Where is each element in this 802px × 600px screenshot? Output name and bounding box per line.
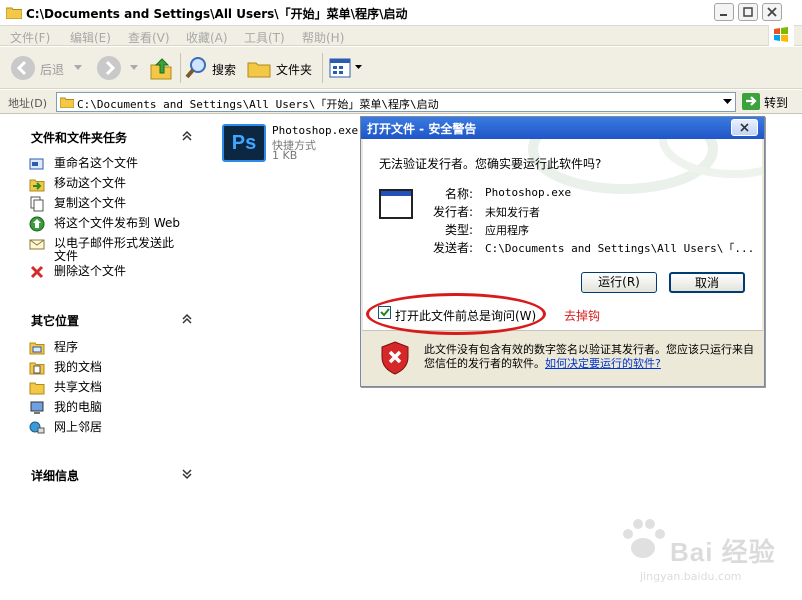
file-size: 1 KB — [272, 149, 298, 162]
dialog-question: 无法验证发行者。您确实要运行此软件吗? — [379, 157, 602, 171]
field-publisher-key: 发行者: — [432, 205, 473, 219]
place-programs[interactable]: 程序 — [29, 340, 199, 356]
menu-favorites[interactable]: 收藏(A) — [186, 29, 228, 46]
search-button[interactable]: 搜索 — [184, 55, 240, 81]
run-button[interactable]: 运行(R) — [581, 272, 657, 293]
email-icon — [29, 239, 45, 250]
task-publish-web[interactable]: 将这个文件发布到 Web — [29, 216, 199, 232]
move-icon — [29, 179, 45, 192]
cancel-button[interactable]: 取消 — [669, 272, 745, 293]
warning-text: 此文件没有包含有效的数字签名以验证其发行者。您应该只运行来自您信任的发行者的软件… — [424, 343, 754, 370]
chevron-down-icon — [130, 65, 138, 70]
toolbar-separator — [180, 53, 181, 83]
menu-help[interactable]: 帮助(H) — [302, 29, 344, 46]
forward-button[interactable] — [96, 55, 140, 81]
place-shared-documents[interactable]: 共享文档 — [29, 380, 199, 396]
chevron-down-icon — [74, 65, 82, 70]
back-arrow-icon — [11, 56, 35, 80]
annotation-text: 去掉钩 — [564, 309, 601, 323]
search-icon — [185, 57, 206, 79]
other-places-title[interactable]: 其它位置 — [31, 312, 79, 329]
rename-icon — [29, 158, 44, 170]
delete-icon — [30, 265, 44, 279]
toolbar-separator — [322, 53, 323, 83]
security-shield-icon — [381, 341, 409, 375]
up-folder-icon — [150, 58, 172, 80]
chevron-down-icon — [355, 65, 362, 69]
dialog-close-button[interactable] — [731, 119, 758, 136]
dialog-title: 打开文件 - 安全警告 — [367, 122, 477, 136]
go-button[interactable]: 转到 — [742, 92, 798, 112]
dialog-warning-footer: 此文件没有包含有效的数字签名以验证其发行者。您应该只运行来自您信任的发行者的软件… — [362, 331, 763, 386]
collapse-icon[interactable] — [181, 130, 193, 142]
collapse-icon[interactable] — [181, 313, 193, 325]
minimize-button[interactable] — [714, 3, 734, 21]
folders-button[interactable]: 文件夹 — [246, 55, 316, 81]
folders-icon — [247, 62, 271, 78]
up-folder-button[interactable] — [148, 55, 174, 81]
field-type-value: 应用程序 — [485, 224, 529, 237]
folder-icon — [29, 342, 45, 355]
forward-arrow-icon — [97, 56, 121, 80]
menu-edit[interactable]: 编辑(E) — [70, 29, 111, 46]
chevron-down-icon[interactable] — [723, 99, 732, 105]
address-bar: 地址(D) C:\Documents and Settings\All User… — [0, 90, 802, 114]
expand-icon[interactable] — [181, 468, 193, 480]
how-to-decide-link[interactable]: 如何决定要运行的软件? — [545, 357, 661, 370]
copy-icon — [30, 196, 44, 212]
address-label: 地址(D) — [8, 97, 48, 110]
network-icon — [29, 421, 45, 434]
task-rename[interactable]: 重命名这个文件 — [29, 156, 199, 172]
close-button[interactable] — [762, 3, 782, 21]
task-copy[interactable]: 复制这个文件 — [29, 196, 199, 212]
annotation-oval — [366, 293, 546, 335]
file-item[interactable]: Ps Photoshop.exe 快捷方式 1 KB — [222, 124, 362, 164]
publish-web-icon — [29, 216, 45, 232]
field-name-value: Photoshop.exe — [485, 186, 572, 199]
close-icon — [740, 123, 749, 132]
my-computer-icon — [30, 401, 44, 414]
field-publisher-value: 未知发行者 — [485, 206, 540, 219]
views-icon — [329, 58, 351, 78]
photoshop-icon: Ps — [222, 124, 266, 162]
place-my-computer[interactable]: 我的电脑 — [29, 400, 199, 416]
details-title[interactable]: 详细信息 — [31, 467, 79, 484]
my-documents-icon — [29, 362, 45, 375]
menu-tools[interactable]: 工具(T) — [244, 29, 285, 46]
address-value: C:\Documents and Settings\All Users\「开始」… — [77, 98, 439, 111]
field-from-value: C:\Documents and Settings\All Users\「... — [485, 242, 755, 255]
folder-icon — [60, 97, 74, 108]
shared-folder-icon — [29, 382, 45, 395]
folder-icon — [6, 7, 22, 19]
address-input[interactable]: C:\Documents and Settings\All Users\「开始」… — [56, 92, 736, 112]
field-type-key: 类型: — [444, 223, 473, 237]
maximize-button[interactable] — [738, 3, 758, 21]
baidu-watermark: Bai 经验 jingyan.baidu.com — [610, 510, 790, 590]
place-my-documents[interactable]: 我的文档 — [29, 360, 199, 376]
window-titlebar: C:\Documents and Settings\All Users\「开始」… — [0, 0, 802, 26]
file-tasks-title[interactable]: 文件和文件夹任务 — [31, 129, 127, 146]
watermark-url: jingyan.baidu.com — [640, 570, 742, 583]
place-network[interactable]: 网上邻居 — [29, 420, 199, 436]
menu-view[interactable]: 查看(V) — [128, 29, 170, 46]
menu-file[interactable]: 文件(F) — [10, 29, 50, 46]
field-from-key: 发送者: — [432, 241, 473, 255]
task-move[interactable]: 移动这个文件 — [29, 176, 199, 192]
go-arrow-icon — [742, 93, 760, 110]
task-pane: 文件和文件夹任务 重命名这个文件 移动这个文件 复制这个文件 将这个文件发布到 … — [0, 115, 206, 600]
task-delete[interactable]: 删除这个文件 — [29, 264, 199, 280]
menu-bar: 文件(F) 编辑(E) 查看(V) 收藏(A) 工具(T) 帮助(H) — [0, 25, 802, 46]
task-email[interactable]: 以电子邮件形式发送此文件 — [29, 236, 199, 264]
views-button[interactable] — [328, 55, 362, 81]
field-name-key: 名称: — [444, 187, 473, 201]
dialog-titlebar: 打开文件 - 安全警告 — [361, 117, 764, 139]
paw-logo-icon — [623, 519, 665, 558]
windows-logo-icon — [768, 25, 794, 46]
window-title: C:\Documents and Settings\All Users\「开始」… — [26, 7, 408, 21]
back-button[interactable]: 后退 — [10, 55, 86, 81]
watermark-brand: Bai 经验 — [670, 537, 776, 567]
file-name: Photoshop.exe — [272, 124, 359, 137]
toolbar: 后退 搜索 文件夹 — [0, 47, 802, 89]
